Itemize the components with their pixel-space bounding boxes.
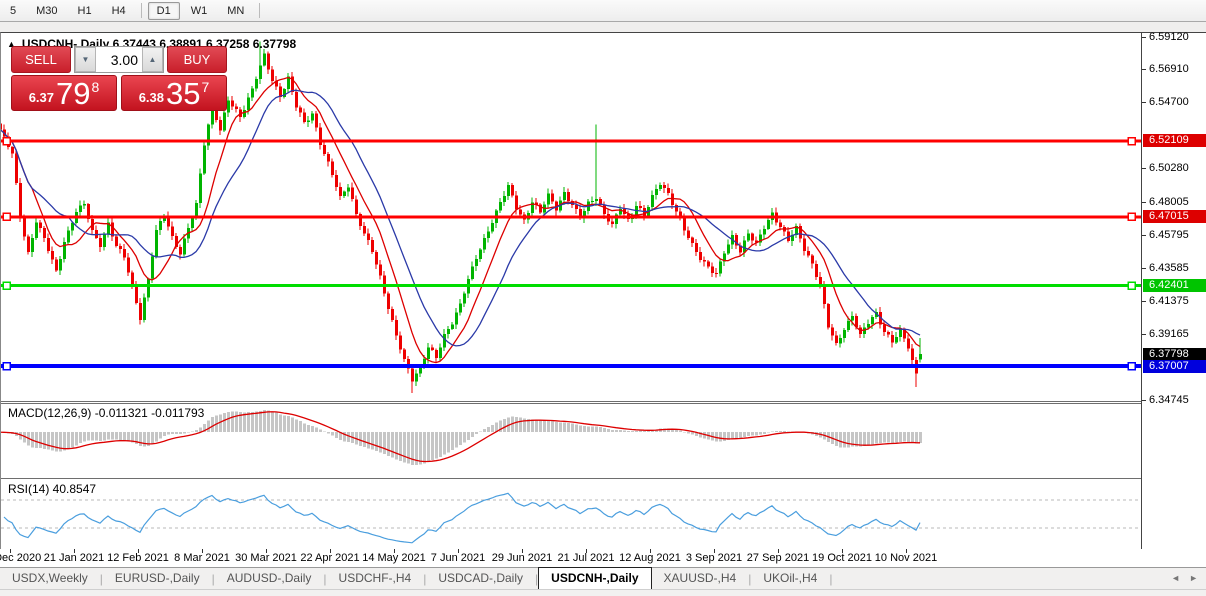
- macd-label: MACD(12,26,9) -0.011321 -0.011793: [8, 406, 204, 420]
- chart-tab-usdcnh-daily[interactable]: USDCNH-,Daily: [538, 567, 651, 589]
- volume-decrease-icon[interactable]: ▼: [75, 47, 96, 72]
- volume-input[interactable]: [96, 47, 142, 72]
- date-label: 22 Apr 2021: [300, 552, 359, 564]
- date-label: 8 Mar 2021: [174, 552, 230, 564]
- chart-tab-usdx-weekly[interactable]: USDX,Weekly: [0, 568, 100, 589]
- toolbar-separator: [141, 3, 142, 18]
- price-axis-tick: 6.34745: [1142, 394, 1206, 406]
- chart-tab-eurusd-daily[interactable]: EURUSD-,Daily: [103, 568, 212, 589]
- sell-price-sup: 8: [92, 79, 100, 95]
- timeframe-button-m30[interactable]: M30: [27, 2, 66, 20]
- sell-button[interactable]: SELL: [11, 46, 71, 73]
- date-label: 29 Dec 2020: [0, 552, 41, 564]
- tab-separator: |: [829, 572, 832, 586]
- date-label: 10 Nov 2021: [875, 552, 937, 564]
- buy-price-small: 6.38: [139, 90, 164, 105]
- price-axis-tick: 6.41375: [1142, 295, 1206, 307]
- rsi-chart-canvas[interactable]: [1, 480, 1141, 550]
- rsi-label: RSI(14) 40.8547: [8, 482, 96, 496]
- buy-price-big: 35: [166, 79, 200, 109]
- sell-price-box[interactable]: 6.37 79 8: [11, 75, 117, 111]
- price-axis-tick: 6.45795: [1142, 229, 1206, 241]
- timeframe-button-d1[interactable]: D1: [148, 2, 180, 20]
- panel-divider: [1, 478, 1142, 479]
- buy-price-sup: 7: [202, 79, 210, 95]
- timeframe-button-h1[interactable]: H1: [69, 2, 101, 20]
- sell-price-small: 6.37: [29, 90, 54, 105]
- chart-tab-bar: USDX,Weekly|EURUSD-,Daily|AUDUSD-,Daily|…: [0, 567, 1206, 589]
- horizontal-line[interactable]: [1, 213, 1141, 220]
- panel-divider: [1, 401, 1142, 402]
- terminal-screen: 5M30H1H4D1W1MN ▲ USDCNH-,Daily 6.37443 6…: [0, 0, 1206, 596]
- chart-tab-usdcad-daily[interactable]: USDCAD-,Daily: [426, 568, 535, 589]
- date-label: 12 Aug 2021: [619, 552, 681, 564]
- price-axis-tick: 6.54700: [1142, 96, 1206, 108]
- date-label: 19 Oct 2021: [812, 552, 872, 564]
- chart-tab-audusd-daily[interactable]: AUDUSD-,Daily: [215, 568, 324, 589]
- date-label: 3 Sep 2021: [686, 552, 742, 564]
- price-axis-tick: 6.39165: [1142, 328, 1206, 340]
- price-level-label[interactable]: 6.42401: [1143, 279, 1206, 292]
- one-click-trade-panel: SELL ▼ ▲ BUY 6.37 79 8 6.38 35 7: [11, 46, 227, 111]
- price-axis-tick: 6.48005: [1142, 196, 1206, 208]
- timeframe-button-w1[interactable]: W1: [182, 2, 217, 20]
- tab-scroll-left-icon[interactable]: ◄: [1171, 573, 1180, 583]
- price-axis-tick: 6.59120: [1142, 31, 1206, 43]
- price-level-label[interactable]: 6.52109: [1143, 134, 1206, 147]
- timeframe-button-mn[interactable]: MN: [218, 2, 253, 20]
- buy-button[interactable]: BUY: [167, 46, 227, 73]
- date-label: 12 Feb 2021: [107, 552, 169, 564]
- chart-tab-xauusd-h4[interactable]: XAUUSD-,H4: [652, 568, 749, 589]
- tab-scroll-right-icon[interactable]: ►: [1189, 573, 1198, 583]
- date-label: 29 Jun 2021: [492, 552, 553, 564]
- timeframe-button-5[interactable]: 5: [1, 2, 25, 20]
- date-label: 21 Jan 2021: [44, 552, 105, 564]
- date-label: 27 Sep 2021: [747, 552, 809, 564]
- horizontal-line[interactable]: [1, 138, 1141, 145]
- date-axis: 29 Dec 202021 Jan 202112 Feb 2021 8 Mar 2…: [0, 549, 1206, 567]
- price-level-label[interactable]: 6.47015: [1143, 210, 1206, 223]
- price-axis-tick: 6.56910: [1142, 63, 1206, 75]
- date-label: 7 Jun 2021: [431, 552, 485, 564]
- sell-price-big: 79: [56, 79, 90, 109]
- timeframe-toolbar: 5M30H1H4 D1W1MN: [0, 0, 1206, 22]
- buy-price-box[interactable]: 6.38 35 7: [121, 75, 227, 111]
- volume-increase-icon[interactable]: ▲: [142, 47, 163, 72]
- price-axis-tick: 6.50280: [1142, 162, 1206, 174]
- date-label: 30 Mar 2021: [235, 552, 297, 564]
- timeframe-button-h4[interactable]: H4: [103, 2, 135, 20]
- horizontal-line[interactable]: [1, 282, 1141, 289]
- price-level-label[interactable]: 6.37007: [1143, 360, 1206, 373]
- toolbar-separator: [259, 3, 260, 18]
- bottom-frame-strip: [0, 589, 1206, 596]
- price-axis-tick: 6.43585: [1142, 262, 1206, 274]
- horizontal-line[interactable]: [1, 363, 1141, 370]
- price-axis: 6.59120 6.56910 6.54700 6.50280 6.48005 6.457…: [1142, 33, 1206, 550]
- chart-tab-ukoil-h4[interactable]: UKOil-,H4: [751, 568, 829, 589]
- volume-spinner: ▼ ▲: [74, 46, 164, 73]
- chart-window: ▲ USDCNH-,Daily 6.37443 6.38891 6.37258 …: [0, 32, 1206, 550]
- date-label: 21 Jul 2021: [558, 552, 615, 564]
- date-label: 14 May 2021: [362, 552, 426, 564]
- window-frame-strip: [0, 22, 1206, 32]
- chart-tab-usdchf-h4[interactable]: USDCHF-,H4: [327, 568, 424, 589]
